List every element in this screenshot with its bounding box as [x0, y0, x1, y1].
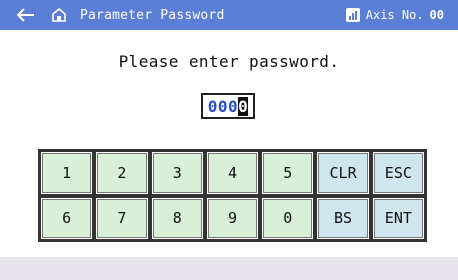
password-cursor: 0 [238, 96, 249, 116]
key-8[interactable]: 8 [151, 197, 203, 239]
keypad: 1 2 3 4 5 CLR ESC 6 7 8 9 0 BS ENT [38, 149, 427, 242]
home-icon[interactable] [48, 0, 70, 30]
key-9[interactable]: 9 [206, 197, 259, 239]
password-prompt: Please enter password. [118, 52, 340, 71]
enter-button[interactable]: ENT [372, 197, 424, 239]
key-1[interactable]: 1 [41, 152, 93, 194]
title-bar: Parameter Password Axis No. 00 [0, 0, 458, 30]
password-value: 000 [207, 96, 239, 116]
escape-button[interactable]: ESC [372, 152, 424, 194]
key-6[interactable]: 6 [41, 197, 93, 239]
key-5[interactable]: 5 [262, 152, 314, 194]
clear-button[interactable]: CLR [317, 152, 369, 194]
key-7[interactable]: 7 [96, 197, 148, 239]
backspace-button[interactable]: BS [317, 197, 369, 239]
password-input[interactable]: 000 0 [201, 93, 255, 119]
back-arrow-icon[interactable] [14, 0, 38, 30]
key-0[interactable]: 0 [262, 197, 314, 239]
key-2[interactable]: 2 [96, 152, 148, 194]
key-4[interactable]: 4 [206, 152, 259, 194]
footer-bar [0, 257, 458, 280]
axis-number: 00 [429, 8, 444, 22]
axis-label: Axis No. [365, 8, 424, 22]
key-3[interactable]: 3 [151, 152, 203, 194]
axis-icon [345, 8, 360, 22]
page-title: Parameter Password [80, 7, 225, 23]
axis-indicator: Axis No. 00 [345, 0, 444, 30]
